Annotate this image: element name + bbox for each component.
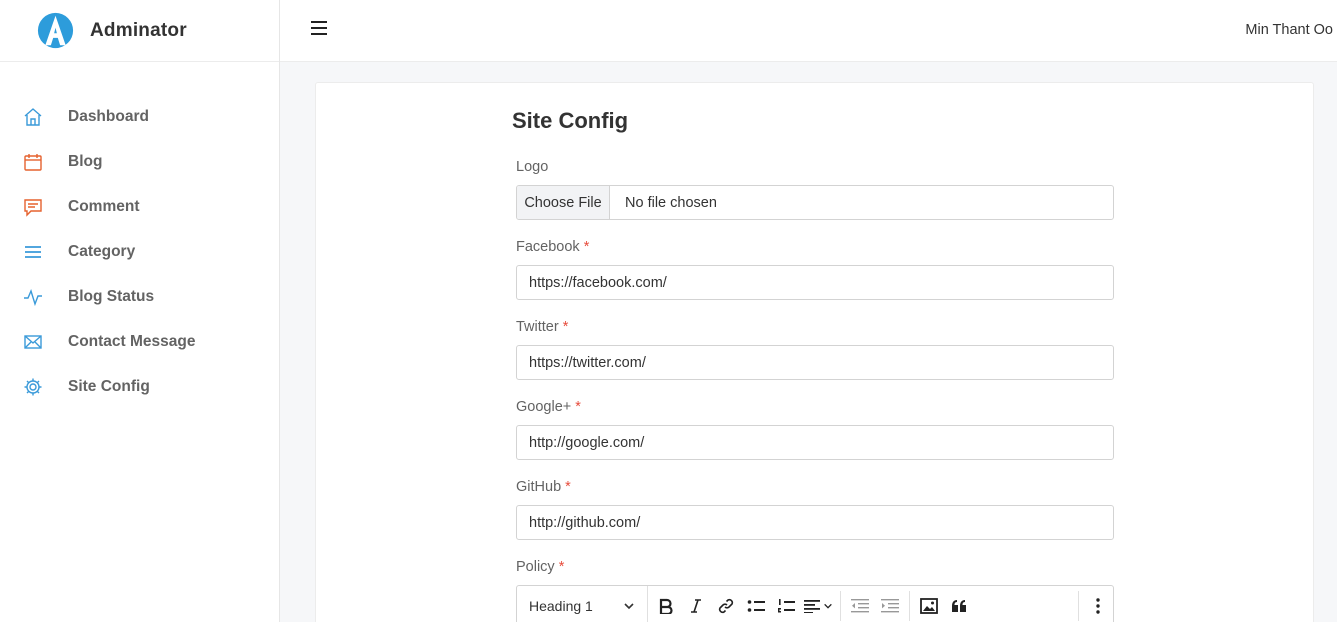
sidebar-item-site-config[interactable]: Site Config bbox=[0, 364, 279, 409]
required-mark: * bbox=[583, 239, 590, 255]
toolbar-divider bbox=[1078, 591, 1080, 621]
file-status: No file chosen bbox=[625, 194, 717, 211]
policy-label-text: Policy bbox=[516, 559, 555, 575]
choose-file-button[interactable]: Choose File bbox=[517, 186, 610, 219]
sidebar-item-blog[interactable]: Blog bbox=[0, 139, 279, 184]
brand-name: Adminator bbox=[90, 19, 187, 41]
align-left-icon bbox=[804, 600, 821, 613]
toolbar-divider bbox=[909, 591, 910, 621]
indent-icon bbox=[881, 599, 900, 613]
outdent-icon bbox=[851, 599, 870, 613]
block-quote-button[interactable] bbox=[944, 589, 974, 622]
align-dropdown[interactable] bbox=[801, 589, 836, 622]
github-label-text: GitHub bbox=[516, 479, 562, 495]
logo-file-input[interactable]: Choose File No file chosen bbox=[516, 185, 1114, 220]
topbar: Min Thant Oo bbox=[280, 0, 1337, 62]
link-icon bbox=[719, 598, 734, 614]
heading-dropdown[interactable]: Heading 1 bbox=[517, 586, 648, 622]
calendar-icon bbox=[22, 151, 44, 173]
sidebar-item-category[interactable]: Category bbox=[0, 229, 279, 274]
facebook-label-text: Facebook bbox=[516, 239, 580, 255]
bold-icon bbox=[660, 598, 673, 614]
menu-toggle-icon[interactable] bbox=[310, 20, 328, 36]
twitter-field[interactable] bbox=[516, 345, 1114, 380]
toolbar-divider bbox=[840, 591, 842, 621]
google-label: Google+ * bbox=[516, 399, 581, 415]
more-options-button[interactable] bbox=[1083, 589, 1113, 622]
site-config-card: Site Config Logo Choose File No file cho… bbox=[315, 82, 1314, 622]
more-vertical-icon bbox=[1096, 598, 1100, 614]
editor-toolbar: Heading 1 bbox=[516, 585, 1114, 622]
bulleted-list-button[interactable] bbox=[741, 589, 771, 622]
sidebar-item-label: Blog bbox=[68, 152, 103, 170]
bulleted-list-icon bbox=[747, 600, 766, 612]
sidebar-item-label: Site Config bbox=[68, 377, 150, 395]
logo-label-text: Logo bbox=[516, 159, 549, 175]
insert-image-button[interactable] bbox=[914, 589, 944, 622]
chevron-down-icon bbox=[624, 603, 634, 610]
twitter-label-text: Twitter bbox=[516, 319, 559, 335]
chevron-down-icon bbox=[824, 603, 832, 609]
quote-icon bbox=[951, 600, 966, 612]
brand[interactable]: Adminator bbox=[0, 0, 279, 62]
required-mark: * bbox=[565, 479, 571, 495]
outdent-button[interactable] bbox=[845, 589, 875, 622]
sidebar-item-dashboard[interactable]: Dashboard bbox=[0, 94, 279, 139]
required-mark: * bbox=[558, 559, 565, 575]
facebook-field[interactable] bbox=[516, 265, 1114, 300]
sidebar-item-blog-status[interactable]: Blog Status bbox=[0, 274, 279, 319]
sidebar-nav: Dashboard Blog Comment Category Blog Sta… bbox=[0, 62, 279, 409]
adminator-logo-icon bbox=[37, 12, 74, 49]
gear-icon bbox=[22, 376, 44, 398]
numbered-list-icon bbox=[778, 599, 795, 613]
italic-button[interactable] bbox=[681, 589, 711, 622]
image-icon bbox=[919, 598, 938, 614]
sidebar-item-label: Comment bbox=[68, 197, 140, 215]
list-icon bbox=[22, 241, 44, 263]
bold-button[interactable] bbox=[651, 589, 681, 622]
google-label-text: Google+ bbox=[516, 399, 572, 415]
comment-icon bbox=[22, 196, 44, 218]
italic-icon bbox=[691, 599, 702, 613]
github-label: GitHub * bbox=[516, 479, 571, 495]
pulse-icon bbox=[22, 286, 44, 308]
user-menu[interactable]: Min Thant Oo bbox=[1245, 22, 1333, 38]
numbered-list-button[interactable] bbox=[771, 589, 801, 622]
google-field[interactable] bbox=[516, 425, 1114, 460]
required-mark: * bbox=[562, 319, 569, 335]
indent-button[interactable] bbox=[875, 589, 905, 622]
twitter-label: Twitter * bbox=[516, 319, 568, 335]
required-mark: * bbox=[575, 399, 581, 415]
sidebar-item-label: Contact Message bbox=[68, 332, 196, 350]
sidebar-item-label: Dashboard bbox=[68, 107, 149, 125]
logo-label: Logo bbox=[516, 159, 548, 175]
github-field[interactable] bbox=[516, 505, 1114, 540]
sidebar-item-label: Category bbox=[68, 242, 136, 260]
sidebar-item-contact-message[interactable]: Contact Message bbox=[0, 319, 279, 364]
sidebar-item-label: Blog Status bbox=[68, 287, 155, 305]
page-title: Site Config bbox=[512, 108, 629, 133]
home-icon bbox=[22, 106, 44, 128]
policy-label: Policy * bbox=[516, 559, 564, 575]
link-button[interactable] bbox=[711, 589, 741, 622]
sidebar-item-comment[interactable]: Comment bbox=[0, 184, 279, 229]
facebook-label: Facebook * bbox=[516, 239, 589, 255]
heading-dropdown-value: Heading 1 bbox=[529, 598, 593, 614]
sidebar: Adminator Dashboard Blog Comment Categor… bbox=[0, 0, 280, 622]
mail-icon bbox=[22, 331, 44, 353]
